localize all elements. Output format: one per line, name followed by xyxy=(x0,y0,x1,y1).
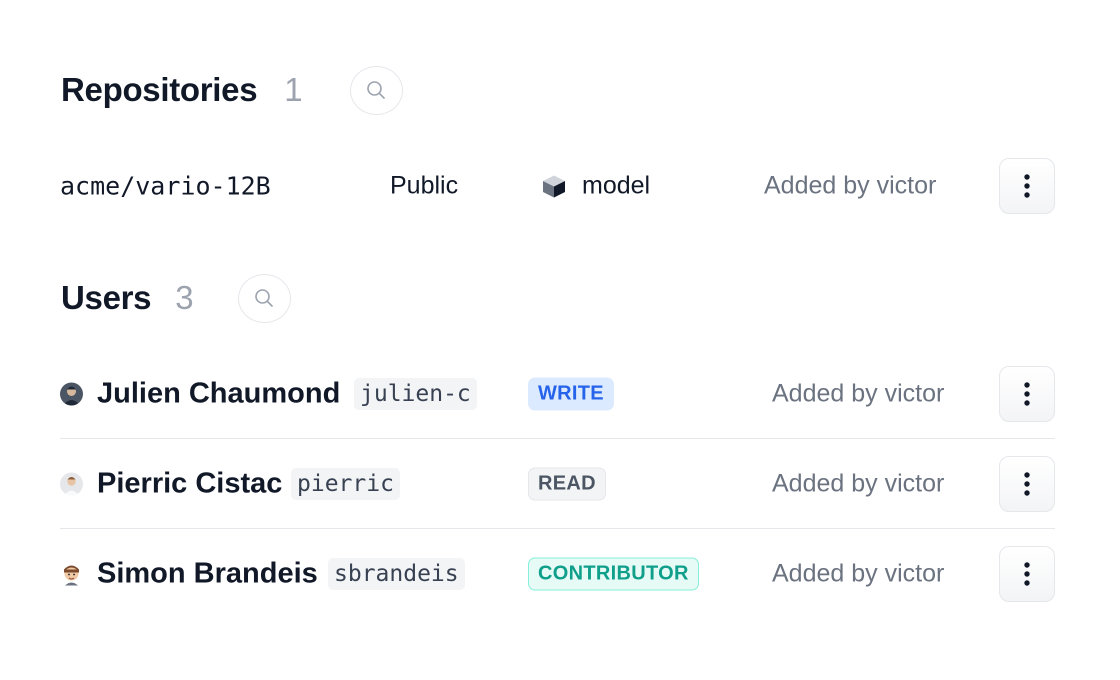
repositories-count: 1 xyxy=(284,71,303,108)
repository-type: model xyxy=(542,172,650,201)
users-search-button[interactable] xyxy=(237,273,291,323)
user-row[interactable]: Simon Brandeis sbrandeis CONTRIBUTOR Add… xyxy=(60,529,1055,619)
search-icon xyxy=(367,81,385,99)
repositories-title: Repositories xyxy=(61,71,258,108)
more-vertical-icon xyxy=(1024,174,1030,198)
role-badge[interactable]: READ xyxy=(528,467,606,501)
user-name-link[interactable]: Julien Chaumond xyxy=(97,378,340,411)
more-vertical-icon xyxy=(1024,472,1030,496)
role-badge[interactable]: WRITE xyxy=(528,377,614,411)
repository-name-link[interactable]: acme/vario-12B xyxy=(60,172,271,201)
user-handle: sbrandeis xyxy=(328,558,465,590)
user-menu-button[interactable] xyxy=(999,456,1055,512)
users-title: Users xyxy=(61,279,152,316)
user-row[interactable]: Pierric Cistac pierric READ Added by vic… xyxy=(60,439,1055,529)
repository-added-by: Added by victor xyxy=(764,171,937,200)
repository-type-label: model xyxy=(582,171,651,200)
more-vertical-icon xyxy=(1024,562,1030,586)
user-added-by: Added by victor xyxy=(772,559,945,588)
repository-row[interactable]: acme/vario-12B Public model Added by vic… xyxy=(60,158,1055,214)
user-name-link[interactable]: Simon Brandeis xyxy=(97,558,318,591)
role-badge[interactable]: CONTRIBUTOR xyxy=(528,557,699,591)
users-count: 3 xyxy=(175,279,194,316)
repository-visibility: Public xyxy=(390,171,459,200)
avatar xyxy=(60,562,83,586)
user-added-by: Added by victor xyxy=(772,379,945,408)
users-header: Users 3 xyxy=(61,271,291,325)
avatar xyxy=(60,472,83,496)
more-vertical-icon xyxy=(1024,382,1030,406)
avatar xyxy=(60,382,83,406)
user-handle: pierric xyxy=(291,468,400,500)
user-handle: julien-c xyxy=(354,378,477,410)
repository-menu-button[interactable] xyxy=(999,158,1055,214)
cube-icon xyxy=(543,175,565,197)
repositories-search-button[interactable] xyxy=(349,65,403,115)
search-icon xyxy=(255,289,273,307)
user-menu-button[interactable] xyxy=(999,366,1055,422)
user-name-link[interactable]: Pierric Cistac xyxy=(97,468,282,501)
user-menu-button[interactable] xyxy=(999,546,1055,602)
user-row[interactable]: Julien Chaumond julien-c WRITE Added by … xyxy=(60,349,1055,439)
repositories-header: Repositories 1 xyxy=(61,63,403,117)
user-added-by: Added by victor xyxy=(772,469,945,498)
